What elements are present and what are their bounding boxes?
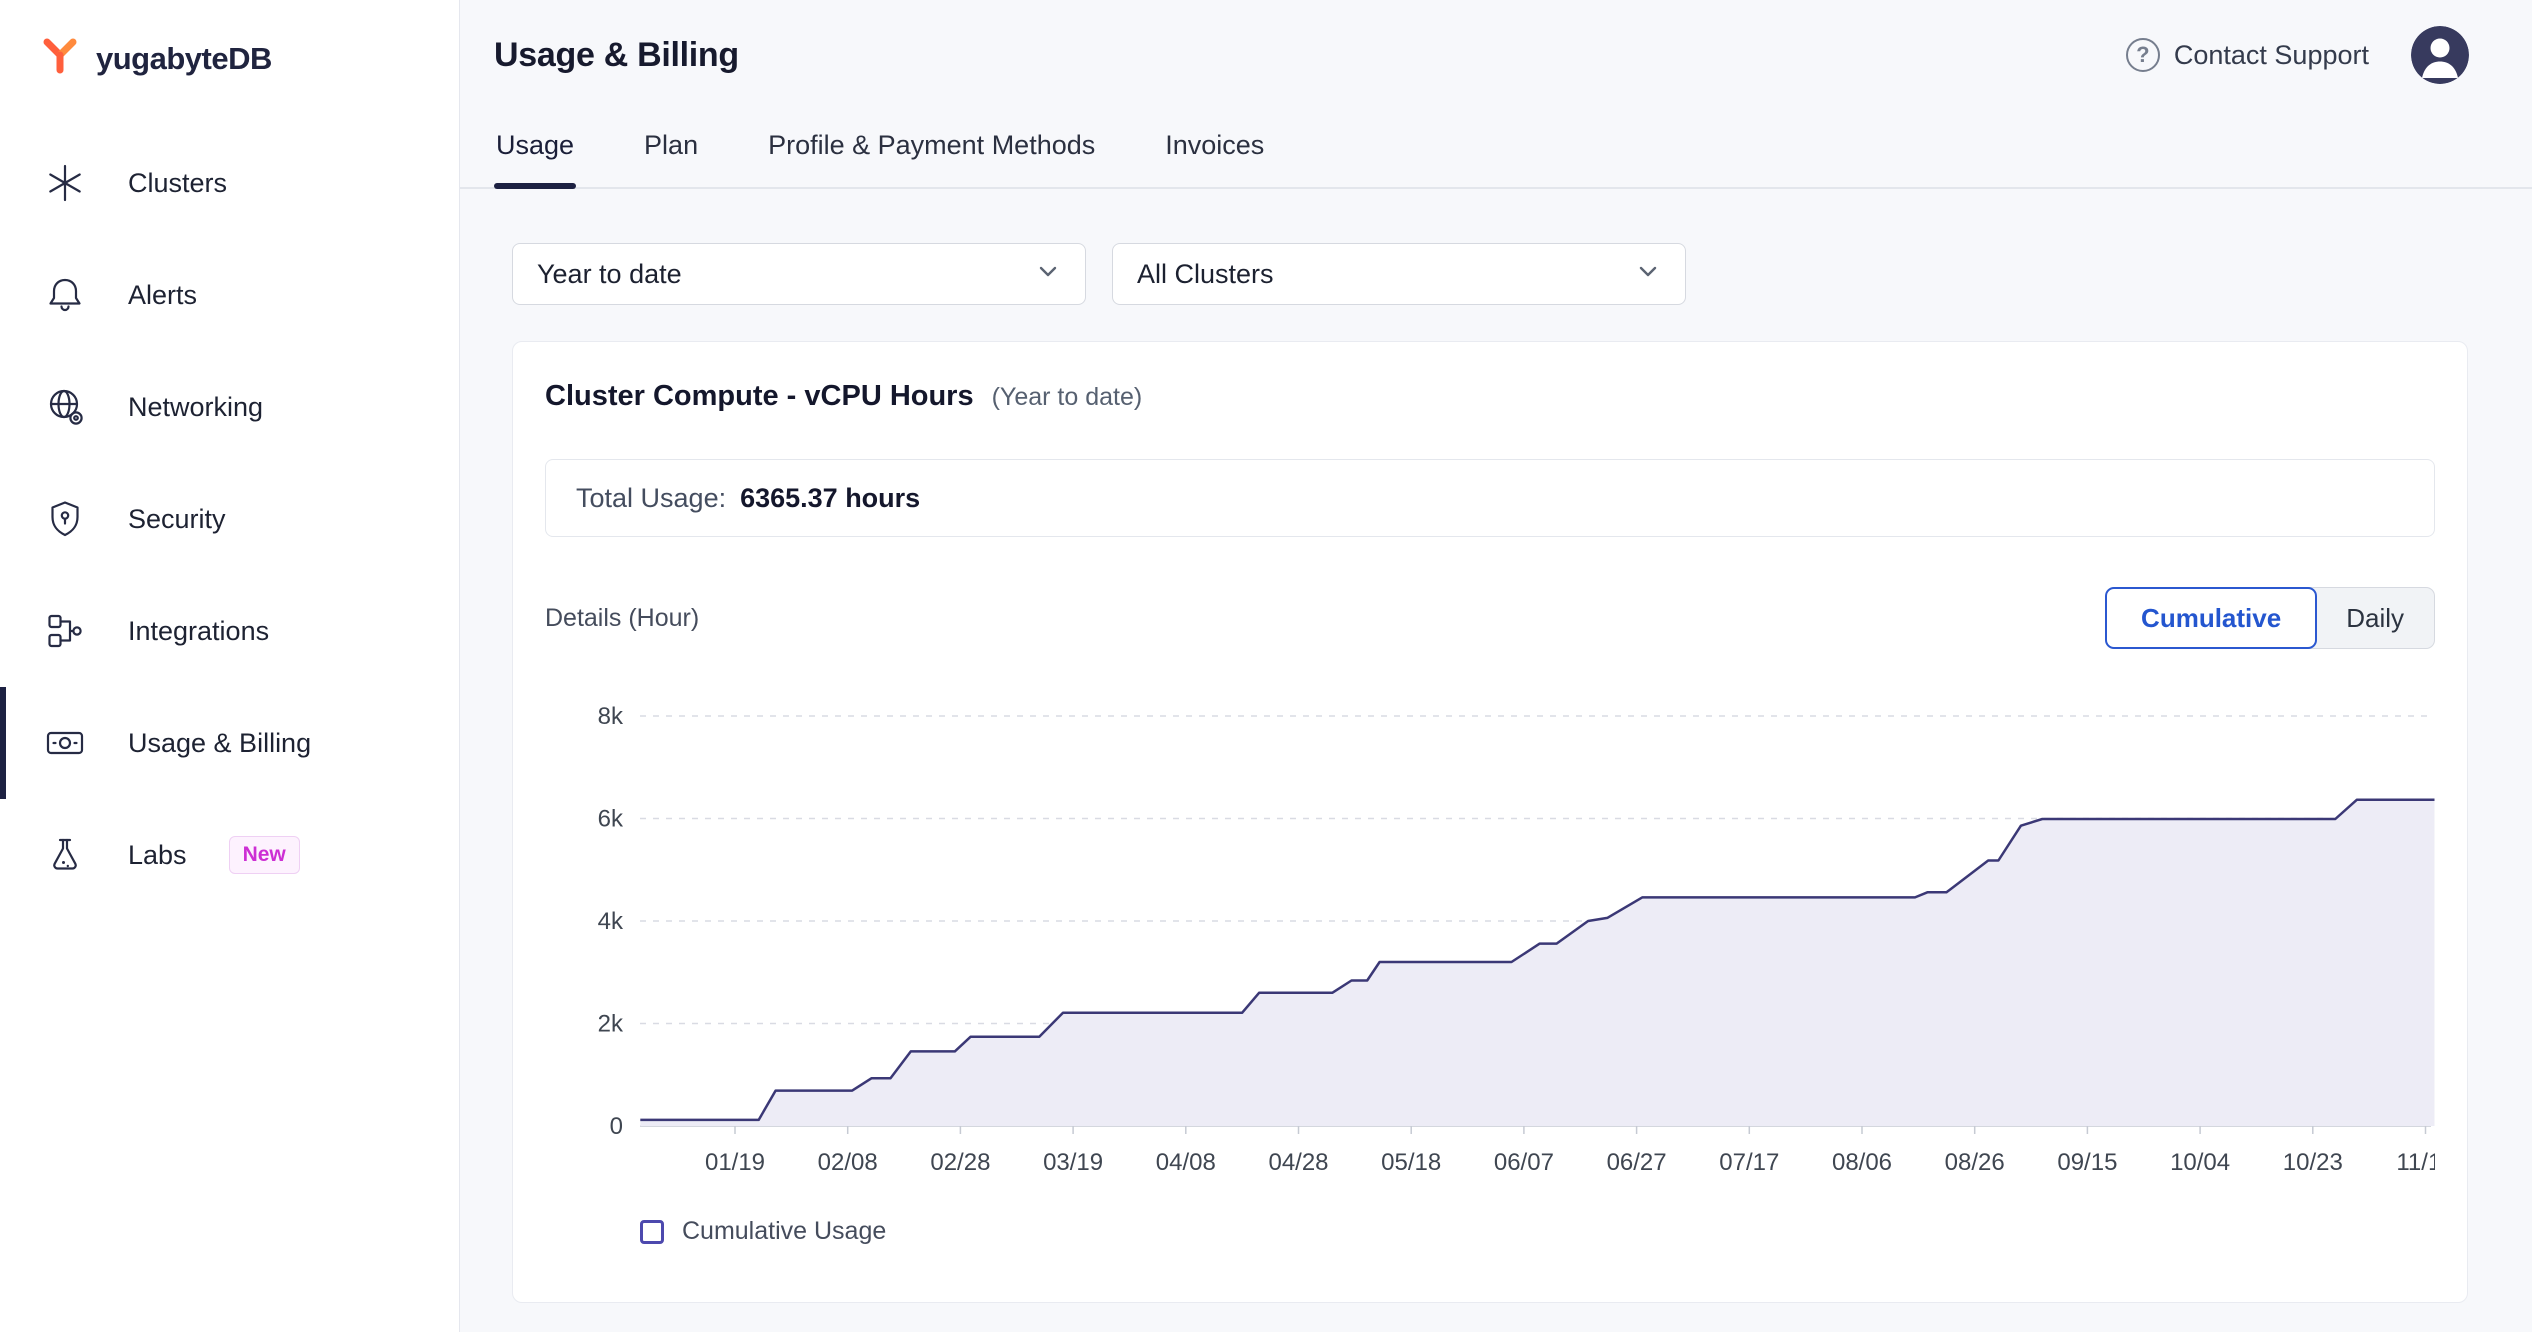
- sidebar-item-alerts[interactable]: Alerts: [0, 239, 459, 351]
- sidebar-item-clusters[interactable]: Clusters: [0, 127, 459, 239]
- daily-toggle-button[interactable]: Daily: [2307, 587, 2435, 649]
- usage-chart-svg: 0 2k 4k 6k 8k 01/19 02/08 02/28 03/19 04/08 04/28 0…: [545, 673, 2435, 1203]
- x-tick-label: 04/28: [1268, 1149, 1328, 1176]
- total-usage-box: Total Usage: 6365.37 hours: [545, 459, 2435, 537]
- sidebar-item-label: Clusters: [128, 168, 227, 199]
- y-tick-label: 4k: [598, 908, 624, 935]
- topbar-actions: ? Contact Support: [2126, 26, 2469, 84]
- sidebar-nav: Clusters Alerts: [0, 127, 459, 911]
- y-tick-label: 2k: [598, 1011, 624, 1038]
- x-tick-label: 09/15: [2057, 1149, 2117, 1176]
- tab-bar: Usage Plan Profile & Payment Methods Inv…: [460, 116, 2532, 189]
- sidebar-item-label: Security: [128, 504, 226, 535]
- sidebar-item-label: Integrations: [128, 616, 269, 647]
- usage-card-header: Cluster Compute - vCPU Hours (Year to da…: [545, 380, 2435, 413]
- help-icon: ?: [2126, 38, 2160, 72]
- total-usage-label: Total Usage:: [576, 483, 726, 514]
- alerts-icon: [42, 272, 88, 318]
- legend-label: Cumulative Usage: [682, 1217, 886, 1246]
- view-toggle: Cumulative Daily: [2105, 587, 2435, 649]
- clusters-icon: [42, 160, 88, 206]
- x-tick-label: 07/17: [1719, 1149, 1779, 1176]
- usage-card: Cluster Compute - vCPU Hours (Year to da…: [512, 341, 2468, 1303]
- filters-row: Year to date All Clusters: [512, 243, 2468, 305]
- x-tick-label: 08/26: [1945, 1149, 2005, 1176]
- tab-plan[interactable]: Plan: [642, 116, 700, 187]
- sidebar-item-labs[interactable]: Labs New: [0, 799, 459, 911]
- chevron-down-icon: [1035, 258, 1061, 291]
- chevron-down-icon: [1635, 258, 1661, 291]
- sidebar-item-networking[interactable]: Networking: [0, 351, 459, 463]
- sidebar-item-security[interactable]: Security: [0, 463, 459, 575]
- cluster-select[interactable]: All Clusters: [1112, 243, 1686, 305]
- x-tick-label: 04/08: [1156, 1149, 1216, 1176]
- user-avatar[interactable]: [2411, 26, 2469, 84]
- security-icon: [42, 496, 88, 542]
- x-tick-label: 10/04: [2170, 1149, 2230, 1176]
- x-tick-label: 10/23: [2283, 1149, 2343, 1176]
- sidebar-item-label: Labs: [128, 840, 187, 871]
- sidebar-item-integrations[interactable]: Integrations: [0, 575, 459, 687]
- brand-name: yugabyteDB: [96, 41, 272, 77]
- tab-profile-payment[interactable]: Profile & Payment Methods: [766, 116, 1097, 187]
- sidebar-item-label: Usage & Billing: [128, 728, 311, 759]
- details-label: Details (Hour): [545, 604, 699, 633]
- yugabytedb-logo-icon: [38, 34, 82, 83]
- contact-support-label: Contact Support: [2174, 40, 2369, 71]
- main-area: Usage & Billing ? Contact Support Usage …: [460, 0, 2532, 1332]
- x-tick-label: 01/19: [705, 1149, 765, 1176]
- x-tick-label: 06/07: [1494, 1149, 1554, 1176]
- billing-icon: [42, 720, 88, 766]
- x-tick-label: 02/28: [930, 1149, 990, 1176]
- sidebar: yugabyteDB Clusters: [0, 0, 460, 1332]
- labs-new-badge: New: [229, 836, 300, 874]
- page-title: Usage & Billing: [494, 36, 739, 75]
- sidebar-item-usage-billing[interactable]: Usage & Billing: [0, 687, 459, 799]
- networking-icon: [42, 384, 88, 430]
- chart-legend[interactable]: Cumulative Usage: [640, 1217, 2435, 1246]
- tab-invoices[interactable]: Invoices: [1163, 116, 1266, 187]
- y-tick-label: 8k: [598, 703, 624, 730]
- page-content: Year to date All Clusters Cluster Comput…: [460, 189, 2532, 1303]
- x-tick-label: 05/18: [1381, 1149, 1441, 1176]
- x-tick-label: 02/08: [818, 1149, 878, 1176]
- sidebar-item-label: Alerts: [128, 280, 197, 311]
- x-tick-label: 08/06: [1832, 1149, 1892, 1176]
- x-tick-label: 11/13: [2396, 1149, 2435, 1176]
- brand-logo[interactable]: yugabyteDB: [0, 0, 459, 83]
- app-root: yugabyteDB Clusters: [0, 0, 2532, 1332]
- x-tick-label: 03/19: [1043, 1149, 1103, 1176]
- usage-card-title: Cluster Compute - vCPU Hours: [545, 380, 974, 413]
- usage-card-subtitle: (Year to date): [992, 383, 1143, 412]
- labs-icon: [42, 832, 88, 878]
- series-area: [640, 800, 2434, 1126]
- period-select[interactable]: Year to date: [512, 243, 1086, 305]
- total-usage-value: 6365.37 hours: [740, 483, 920, 514]
- legend-checkbox-icon: [640, 1220, 664, 1244]
- contact-support-button[interactable]: ? Contact Support: [2126, 38, 2369, 72]
- cluster-select-value: All Clusters: [1137, 259, 1274, 290]
- tab-usage[interactable]: Usage: [494, 116, 576, 187]
- y-tick-label: 6k: [598, 806, 624, 833]
- period-select-value: Year to date: [537, 259, 682, 290]
- details-row: Details (Hour) Cumulative Daily: [545, 587, 2435, 649]
- x-tick-label: 06/27: [1607, 1149, 1667, 1176]
- sidebar-item-label: Networking: [128, 392, 263, 423]
- cumulative-toggle-button[interactable]: Cumulative: [2105, 587, 2317, 649]
- integrations-icon: [42, 608, 88, 654]
- y-tick-label: 0: [610, 1113, 623, 1140]
- topbar: Usage & Billing ? Contact Support: [460, 0, 2532, 84]
